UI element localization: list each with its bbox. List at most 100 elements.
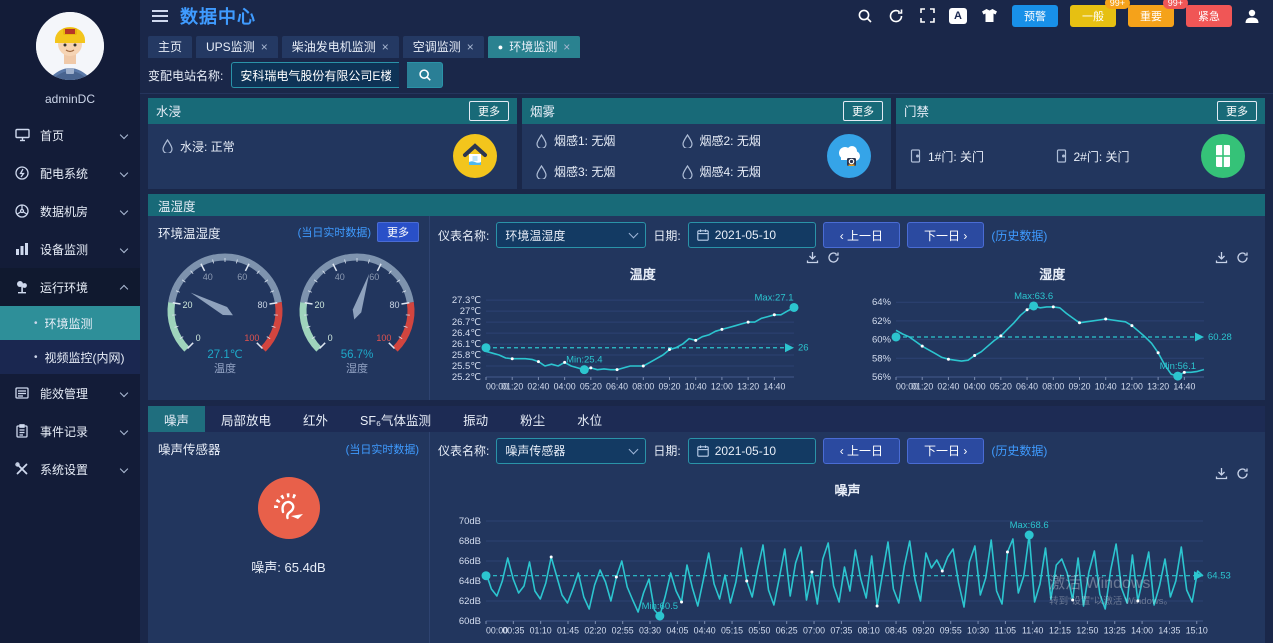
download-icon[interactable] xyxy=(1215,467,1228,480)
station-search-button[interactable] xyxy=(407,62,443,88)
refresh-icon[interactable] xyxy=(1236,467,1249,480)
svg-text:10:40: 10:40 xyxy=(1094,382,1116,392)
history-data-link[interactable]: (历史数据) xyxy=(991,227,1047,244)
smoke-more-button[interactable]: 更多 xyxy=(843,101,883,121)
svg-text:湿度: 湿度 xyxy=(346,361,368,375)
download-icon[interactable] xyxy=(806,251,819,264)
chevron-down-icon xyxy=(120,169,128,177)
svg-text:04:00: 04:00 xyxy=(554,382,576,392)
font-size-icon[interactable]: A xyxy=(947,5,969,27)
close-icon[interactable]: × xyxy=(467,40,474,54)
refresh-icon[interactable] xyxy=(1236,251,1249,264)
svg-text:80: 80 xyxy=(389,300,399,310)
svg-text:15:10: 15:10 xyxy=(1186,625,1208,635)
smoke-sensor-item: 烟感1: 无烟 xyxy=(536,132,682,149)
noise-reading: 噪声: 65.4dB xyxy=(158,557,419,576)
avatar[interactable] xyxy=(0,0,140,86)
tab-ups[interactable]: UPS监测× xyxy=(196,36,278,58)
chevron-down-icon xyxy=(120,245,128,253)
svg-text:07:35: 07:35 xyxy=(830,625,852,635)
close-icon[interactable]: × xyxy=(261,40,268,54)
sidebar-item-home[interactable]: 首页 xyxy=(0,116,140,154)
sidebar-item-data-room[interactable]: 数据机房 xyxy=(0,192,140,230)
realtime-data-link[interactable]: (当日实时数据) xyxy=(298,224,371,240)
svg-text:Max:63.6: Max:63.6 xyxy=(1014,291,1053,302)
search-icon[interactable] xyxy=(854,5,876,27)
avatar-image xyxy=(36,12,104,80)
tab-diesel[interactable]: 柴油发电机监测× xyxy=(282,36,399,58)
station-input[interactable] xyxy=(231,62,399,88)
svg-text:40: 40 xyxy=(334,272,344,282)
tab-water-level[interactable]: 水位 xyxy=(561,406,618,432)
date-picker[interactable]: 2021-05-10 xyxy=(688,222,816,248)
sidebar-item-power-system[interactable]: 配电系统 xyxy=(0,154,140,192)
sidebar-item-environment[interactable]: 运行环境 xyxy=(0,268,140,306)
user-icon[interactable] xyxy=(1241,5,1263,27)
sidebar-item-settings[interactable]: 系统设置 xyxy=(0,450,140,488)
svg-text:12:15: 12:15 xyxy=(1049,625,1071,635)
svg-text:100: 100 xyxy=(376,333,391,343)
door-more-button[interactable]: 更多 xyxy=(1217,101,1257,121)
sidebar-item-events[interactable]: 事件记录 xyxy=(0,412,140,450)
svg-text:02:40: 02:40 xyxy=(937,382,959,392)
svg-text:64%: 64% xyxy=(871,297,891,308)
download-icon[interactable] xyxy=(1215,251,1228,264)
tab-infrared[interactable]: 红外 xyxy=(287,406,344,432)
svg-text:温度: 温度 xyxy=(214,361,236,375)
calendar-icon xyxy=(697,229,709,241)
flood-icon xyxy=(453,134,497,178)
svg-text:01:20: 01:20 xyxy=(501,382,523,392)
realtime-data-link[interactable]: (当日实时数据) xyxy=(346,441,419,457)
next-day-button[interactable]: 下一日 › xyxy=(907,222,984,248)
tab-environment[interactable]: ● 环境监测× xyxy=(488,36,580,58)
tab-sf6-gas[interactable]: SF₆气体监测 xyxy=(344,406,447,432)
date-picker[interactable]: 2021-05-10 xyxy=(688,438,816,464)
svg-text:25.8℃: 25.8℃ xyxy=(452,350,481,361)
tab-hvac[interactable]: 空调监测× xyxy=(403,36,484,58)
sidebar-item-device-monitor[interactable]: 设备监测 xyxy=(0,230,140,268)
chevron-down-icon xyxy=(120,207,128,215)
svg-text:10:40: 10:40 xyxy=(685,382,707,392)
svg-text:11:40: 11:40 xyxy=(1022,625,1043,635)
important-alarm-button[interactable]: 重要 99+ xyxy=(1128,5,1174,27)
page-title: 数据中心 xyxy=(180,3,256,29)
close-icon[interactable]: × xyxy=(563,40,570,54)
th-more-button[interactable]: 更多 xyxy=(377,222,419,242)
refresh-icon[interactable] xyxy=(885,5,907,27)
meter-select[interactable]: 噪声传感器 xyxy=(496,438,646,464)
tab-noise[interactable]: 噪声 xyxy=(148,406,205,432)
forewarning-button[interactable]: 预警 xyxy=(1012,5,1058,27)
svg-text:Max:27.1: Max:27.1 xyxy=(754,293,793,304)
meter-select[interactable]: 环境温湿度 xyxy=(496,222,646,248)
svg-text:02:20: 02:20 xyxy=(584,625,606,635)
prev-day-button[interactable]: ‹ 上一日 xyxy=(823,222,900,248)
sidebar-item-energy[interactable]: 能效管理 xyxy=(0,374,140,412)
tab-home[interactable]: 主页 xyxy=(148,36,192,58)
svg-text:12:00: 12:00 xyxy=(1120,382,1142,392)
droplet-icon xyxy=(536,165,547,179)
general-alarm-button[interactable]: 一般 99+ xyxy=(1070,5,1116,27)
water-more-button[interactable]: 更多 xyxy=(469,101,509,121)
theme-icon[interactable] xyxy=(978,5,1000,27)
next-day-button[interactable]: 下一日 › xyxy=(907,438,984,464)
prev-day-button[interactable]: ‹ 上一日 xyxy=(823,438,900,464)
svg-text:Min:60.5: Min:60.5 xyxy=(642,601,678,612)
tab-dust[interactable]: 粉尘 xyxy=(504,406,561,432)
sidebar-subitem-env-monitor[interactable]: • 环境监测 xyxy=(0,306,140,340)
emergency-alarm-button[interactable]: 紧急 xyxy=(1186,5,1232,27)
fullscreen-icon[interactable] xyxy=(916,5,938,27)
refresh-icon[interactable] xyxy=(827,251,840,264)
status-panels: 水浸 更多 水浸: 正常 烟雾 xyxy=(148,98,1265,190)
sidebar-subitem-video-monitor[interactable]: • 视频监控(内网) xyxy=(0,340,140,374)
svg-text:03:30: 03:30 xyxy=(639,625,661,635)
close-icon[interactable]: × xyxy=(382,40,389,54)
chevron-down-icon xyxy=(120,427,128,435)
menu-toggle-icon[interactable] xyxy=(152,10,168,22)
tab-vibration[interactable]: 振动 xyxy=(447,406,504,432)
chevron-down-icon xyxy=(629,445,639,455)
svg-text:27.3℃: 27.3℃ xyxy=(452,295,481,306)
app-root: adminDC 首页 配电系统 数据机房 xyxy=(0,0,1273,643)
tab-partial-discharge[interactable]: 局部放电 xyxy=(205,406,287,432)
smoke-cloud-icon xyxy=(827,134,871,178)
history-data-link[interactable]: (历史数据) xyxy=(991,442,1047,459)
